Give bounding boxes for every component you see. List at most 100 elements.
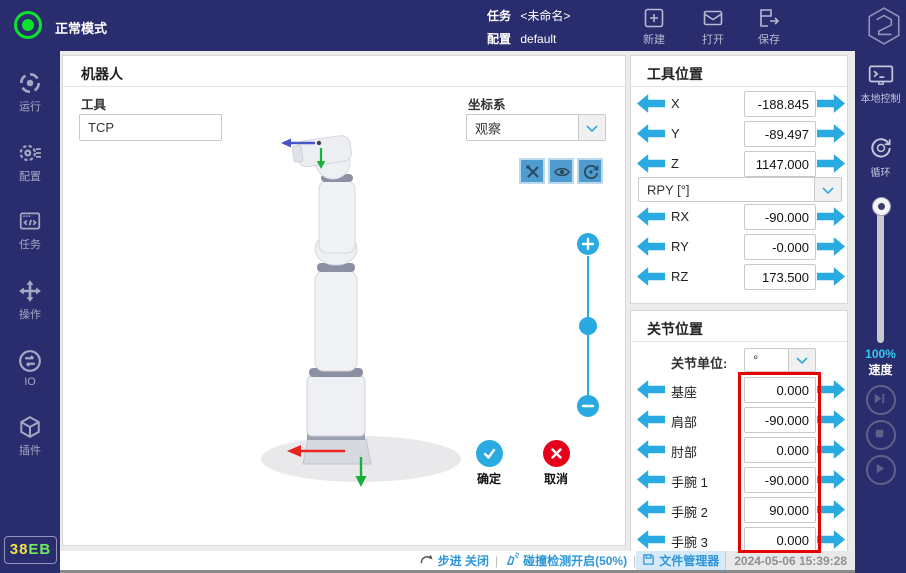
zoom-slider-handle[interactable]	[579, 317, 597, 335]
jog-y-plus-button[interactable]	[816, 123, 846, 144]
cancel-button[interactable]	[543, 440, 570, 467]
move-arrows-icon	[0, 279, 60, 303]
tool-name-input[interactable]	[79, 114, 222, 141]
new-task-button[interactable]: 新建	[628, 6, 680, 47]
step-mode-label: 步进 关闭	[438, 552, 489, 569]
sidebar-item-operate[interactable]: 操作	[0, 279, 60, 322]
rotation-format-select[interactable]: RPY [°]	[638, 177, 842, 202]
sidebar-item-io[interactable]: IO	[0, 349, 60, 388]
view-visibility-button[interactable]	[548, 158, 574, 184]
jog-x-plus-button[interactable]	[816, 93, 846, 114]
file-manager-button[interactable]: 文件管理器	[636, 551, 725, 570]
code-window-icon	[0, 209, 60, 233]
jog-rz-minus-button[interactable]	[636, 266, 666, 287]
coordinate-system-label: 坐标系	[468, 94, 506, 113]
joint-row-elbow: 肘部	[631, 437, 849, 463]
step-mode-toggle[interactable]: 步进 关闭	[413, 552, 495, 569]
joint-unit-select[interactable]: °	[744, 348, 816, 372]
chevron-down-icon	[788, 349, 815, 371]
task-row: 任务 <未命名>	[487, 7, 570, 24]
mode-status-icon	[14, 11, 42, 39]
joint-row-shoulder: 肩部	[631, 407, 849, 433]
jog-y-minus-button[interactable]	[636, 123, 666, 144]
view-tools-button[interactable]	[519, 158, 545, 184]
sidebar-item-config[interactable]: 配置	[0, 141, 60, 184]
jog-elbow-minus-button[interactable]	[636, 439, 666, 460]
status-badge: 38EB	[4, 536, 57, 564]
play-button[interactable]	[866, 455, 896, 485]
jog-wrist1-minus-button[interactable]	[636, 469, 666, 490]
rotation-format-value: RPY [°]	[647, 182, 690, 197]
step-arrow-icon	[419, 552, 434, 569]
jog-shoulder-plus-button[interactable]	[816, 409, 846, 430]
joint-position-panel: 关节位置 关节单位: ° 基座 肩部 肘部 手腕 1 手腕 2	[630, 310, 848, 552]
jog-rz-plus-button[interactable]	[816, 266, 846, 287]
top-bar: 正常模式 任务 <未命名> 配置 default 新建 打开	[0, 0, 906, 51]
tool-y-input[interactable]	[744, 121, 816, 147]
jog-wrist1-plus-button[interactable]	[816, 469, 846, 490]
jog-x-minus-button[interactable]	[636, 93, 666, 114]
tool-row-y: Y	[631, 121, 849, 147]
jog-shoulder-minus-button[interactable]	[636, 409, 666, 430]
joint-row-wrist1: 手腕 1	[631, 467, 849, 493]
jog-wrist3-minus-button[interactable]	[636, 529, 666, 550]
sidebar-item-task[interactable]: 任务	[0, 209, 60, 252]
tool-x-input[interactable]	[744, 91, 816, 117]
collision-detection-toggle[interactable]: 碰撞检测开启(50%)	[498, 552, 633, 569]
config-row: 配置 default	[487, 30, 556, 47]
view-orbit-button[interactable]	[577, 158, 603, 184]
joint-wrist2-input[interactable]	[744, 497, 816, 523]
tool-position-panel: 工具位置 X Y Z RPY [°] RX RY RZ	[630, 55, 848, 304]
robot-panel-header: 机器人	[63, 56, 625, 87]
tool-rx-input[interactable]	[744, 204, 816, 230]
sidebar-item-plugin[interactable]: 插件	[0, 415, 60, 458]
speed-label: 速度	[855, 361, 906, 378]
jog-ry-minus-button[interactable]	[636, 236, 666, 257]
speed-slider-track[interactable]	[877, 203, 884, 343]
sidebar-item-run[interactable]: 运行	[0, 71, 60, 114]
jog-elbow-plus-button[interactable]	[816, 439, 846, 460]
collision-icon	[504, 552, 519, 569]
open-task-button[interactable]: 打开	[687, 6, 739, 47]
sidebar-item-local-control[interactable]: 本地控制	[855, 63, 906, 105]
jog-z-plus-button[interactable]	[816, 153, 846, 174]
jog-wrist2-minus-button[interactable]	[636, 499, 666, 520]
tool-z-input[interactable]	[744, 151, 816, 177]
joint-elbow-input[interactable]	[744, 437, 816, 463]
joint-wrist1-input[interactable]	[744, 467, 816, 493]
jog-ry-plus-button[interactable]	[816, 236, 846, 257]
joint-base-input[interactable]	[744, 377, 816, 403]
confirm-label: 确定	[459, 470, 519, 487]
tool-rz-input[interactable]	[744, 264, 816, 290]
save-floppy-icon	[743, 6, 795, 30]
joint-wrist3-input[interactable]	[744, 527, 816, 553]
save-task-button[interactable]: 保存	[743, 6, 795, 47]
jog-rx-minus-button[interactable]	[636, 206, 666, 227]
jog-rx-plus-button[interactable]	[816, 206, 846, 227]
joint-unit-label: 关节单位:	[671, 353, 727, 372]
jog-z-minus-button[interactable]	[636, 153, 666, 174]
jog-base-plus-button[interactable]	[816, 379, 846, 400]
stop-button[interactable]	[866, 420, 896, 450]
tool-row-rx: RX	[631, 204, 849, 230]
robot-panel: 机器人 工具 坐标系 观察	[62, 55, 626, 546]
collision-detection-label: 碰撞检测开启(50%)	[523, 552, 627, 569]
joint-row-wrist3: 手腕 3	[631, 527, 849, 553]
speed-slider-handle[interactable]	[872, 197, 891, 216]
zoom-out-button[interactable]	[577, 395, 599, 417]
tool-ry-input[interactable]	[744, 234, 816, 260]
gear-settings-icon	[0, 141, 60, 165]
joint-shoulder-input[interactable]	[744, 407, 816, 433]
confirm-button[interactable]	[476, 440, 503, 467]
sidebar-item-loop[interactable]: 循环	[855, 135, 906, 179]
brand-logo-icon	[866, 6, 902, 51]
jog-wrist2-plus-button[interactable]	[816, 499, 846, 520]
tool-position-header: 工具位置	[631, 56, 847, 87]
run-target-icon	[0, 71, 60, 95]
jog-wrist3-plus-button[interactable]	[816, 529, 846, 550]
jog-base-minus-button[interactable]	[636, 379, 666, 400]
zoom-in-button[interactable]	[577, 233, 599, 255]
step-forward-button[interactable]	[866, 385, 896, 415]
tool-row-rz: RZ	[631, 264, 849, 290]
loop-icon	[855, 135, 906, 161]
